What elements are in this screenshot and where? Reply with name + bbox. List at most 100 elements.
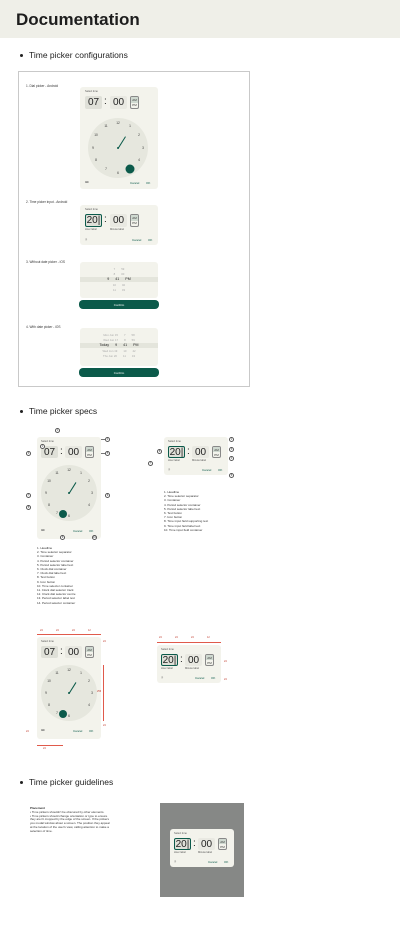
wheel-row: 11 03 xyxy=(112,288,126,292)
dial-number[interactable]: 9 xyxy=(92,146,94,150)
keyboard-icon[interactable]: ⌨ xyxy=(41,529,45,532)
minute-supporting-text: Minute label xyxy=(192,459,206,462)
pm-option[interactable]: PM xyxy=(131,221,138,227)
cancel-button[interactable]: Cancel xyxy=(208,860,217,864)
hour-supporting-text: Hour label xyxy=(161,667,173,670)
period-selector[interactable]: AM PM xyxy=(85,646,94,658)
selector-knob[interactable] xyxy=(59,510,67,518)
clock-dial[interactable]: 12 1 2 3 4 6 7 8 9 10 11 xyxy=(41,465,97,521)
wheel-row: 10 02 xyxy=(112,283,126,287)
pm-option[interactable]: PM xyxy=(213,452,220,457)
period-selector[interactable]: AM PM xyxy=(85,446,94,458)
pm-option[interactable]: PM xyxy=(131,103,138,109)
ok-button[interactable]: OK xyxy=(146,181,150,185)
ok-button[interactable]: OK xyxy=(211,676,215,680)
callout-line xyxy=(101,439,105,440)
dial-center xyxy=(68,492,70,494)
spec-input-card: Select time 20| : 00 AM PM Hour label Min… xyxy=(164,437,228,475)
time-separator: : xyxy=(104,214,107,225)
cancel-button[interactable]: Cancel xyxy=(132,238,141,242)
keyboard-icon[interactable]: ⌨ xyxy=(85,181,89,184)
minute-field[interactable]: 00 xyxy=(65,646,82,658)
clock-icon[interactable]: ◷ xyxy=(174,860,176,863)
dial-number[interactable]: 2 xyxy=(138,133,140,137)
time-separator: : xyxy=(193,838,196,849)
dial-number[interactable]: 1 xyxy=(129,124,131,128)
callout-marker: 8 xyxy=(157,449,162,454)
clock-icon[interactable]: ◷ xyxy=(168,468,170,471)
period-selector[interactable]: AM PM xyxy=(130,96,139,109)
selector-knob[interactable] xyxy=(59,710,67,718)
ok-button[interactable]: OK xyxy=(148,238,152,242)
cancel-button[interactable]: Cancel xyxy=(195,676,204,680)
minute-field[interactable]: 00 xyxy=(110,96,127,109)
hour-supporting-text: Hour label xyxy=(85,228,97,231)
clock-icon[interactable]: ◷ xyxy=(161,676,163,679)
ok-button[interactable]: OK xyxy=(218,468,222,472)
dial-number[interactable]: 7 xyxy=(105,167,107,171)
pm-option[interactable]: PM xyxy=(206,660,213,665)
wheel-selected-row[interactable]: Today 9 41 PM xyxy=(80,343,158,348)
clock-icon[interactable]: ◷ xyxy=(85,238,87,241)
clock-dial[interactable]: 12 1 2 3 4 6 7 8 9 10 11 xyxy=(88,118,148,178)
callout-marker: 1 xyxy=(229,437,234,442)
section-configurations: Time picker configurations xyxy=(20,50,128,60)
input-picker-card: Select time 20| : 00 AM PM Hour label Min… xyxy=(80,205,158,245)
minute-input-field[interactable]: 00 xyxy=(198,838,215,850)
section-heading: Time picker specs xyxy=(29,406,98,416)
ok-button[interactable]: OK xyxy=(89,729,93,733)
config-label-ios-date: 4. With date picker - iOS xyxy=(26,325,61,329)
cancel-button[interactable]: Cancel xyxy=(130,181,139,185)
keyboard-icon[interactable]: ⌨ xyxy=(41,729,45,732)
pm-option[interactable]: PM xyxy=(219,844,226,849)
cancel-button[interactable]: Cancel xyxy=(73,529,82,533)
ios-date-wheel-picker[interactable]: Mon Jun 15 7 58 Wed Jun 17 8 59 Today 9 41 PM W… xyxy=(80,328,158,366)
hour-input-field[interactable]: 20| xyxy=(161,654,178,666)
measure-label: 24 xyxy=(26,730,29,733)
period-selector[interactable]: AM PM xyxy=(212,446,221,458)
wheel-selected-row[interactable]: 9 41 PM xyxy=(80,277,158,282)
ok-button[interactable]: OK xyxy=(89,529,93,533)
minute-input-field[interactable]: 00 xyxy=(192,446,209,458)
ios-wheel-picker[interactable]: 7 59 8 00 9 41 PM 10 02 11 03 xyxy=(80,262,158,298)
minute-supporting-text: Minute label xyxy=(110,228,124,231)
pm-option[interactable]: PM xyxy=(86,652,93,657)
minute-input-field[interactable]: 00 xyxy=(185,654,202,666)
period-selector[interactable]: AM PM xyxy=(218,838,227,850)
dial-number[interactable]: 4 xyxy=(138,158,140,162)
period-selector[interactable]: AM PM xyxy=(130,214,139,227)
minute-field[interactable]: 00 xyxy=(65,446,82,458)
section-heading: Time picker configurations xyxy=(29,50,128,60)
cancel-button[interactable]: Cancel xyxy=(202,468,211,472)
hour-input-field[interactable]: 20| xyxy=(85,214,102,227)
headline: Select time xyxy=(168,440,181,443)
callout-marker: 6 xyxy=(105,493,110,498)
minute-input-field[interactable]: 00 xyxy=(110,214,127,227)
hour-input-field[interactable]: 20| xyxy=(174,838,191,850)
cancel-button[interactable]: Cancel xyxy=(73,729,82,733)
ok-button[interactable]: OK xyxy=(224,860,228,864)
time-separator: : xyxy=(60,446,63,457)
dial-number[interactable]: 6 xyxy=(117,171,119,175)
dial-number[interactable]: 10 xyxy=(94,133,98,137)
dial-number[interactable]: 8 xyxy=(95,158,97,162)
hour-field[interactable]: 07 xyxy=(41,646,58,658)
pm-option[interactable]: PM xyxy=(86,452,93,457)
callout-marker: 10 xyxy=(92,535,97,540)
dial-number[interactable]: 11 xyxy=(104,124,107,128)
hour-field[interactable]: 07 xyxy=(85,96,102,109)
page-header: Documentation xyxy=(0,0,400,38)
measure-label: 24 xyxy=(103,724,106,727)
confirm-button[interactable]: Confirm xyxy=(79,368,159,377)
spec-list-dial: 1. Headline 2. Time selector separator 3. … xyxy=(37,546,76,605)
clock-dial[interactable]: 12 1 2 3 4 6 7 8 9 10 11 xyxy=(41,665,97,721)
measure-label: 24 xyxy=(191,636,194,639)
dial-number[interactable]: 12 xyxy=(116,121,120,125)
confirm-button[interactable]: Confirm xyxy=(79,300,159,309)
selector-knob[interactable] xyxy=(125,164,135,174)
hour-input-field[interactable]: 20| xyxy=(168,446,185,458)
bullet-icon xyxy=(20,780,23,784)
dial-number[interactable]: 3 xyxy=(142,146,144,150)
period-selector[interactable]: AM PM xyxy=(205,654,214,666)
wheel-row: Mon Jun 15 7 58 xyxy=(103,333,135,337)
